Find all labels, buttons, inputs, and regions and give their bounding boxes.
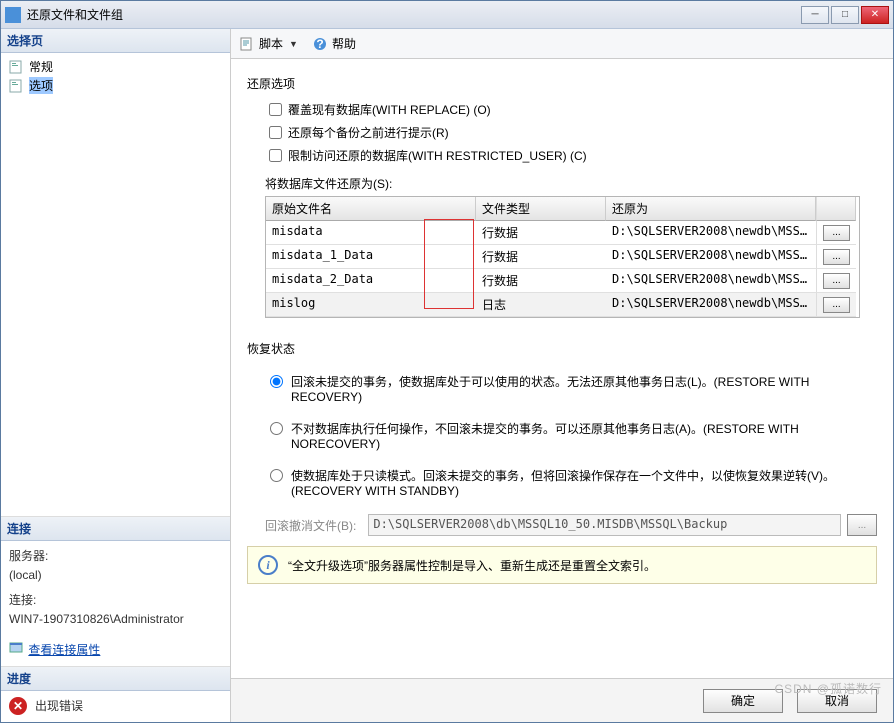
restrict-checkbox[interactable] (269, 149, 282, 162)
cell-restore-as[interactable]: D:\SQLSERVER2008\newdb\MSSQL10... (606, 293, 816, 317)
rollback-file-field[interactable]: D:\SQLSERVER2008\db\MSSQL10_50.MISDB\MSS… (368, 514, 841, 536)
rollback-file-label: 回滚撤消文件(B): (265, 517, 356, 534)
svg-text:?: ? (316, 37, 323, 51)
tree-item-label: 常规 (29, 58, 53, 75)
prompt-label: 还原每个备份之前进行提示(R) (288, 124, 449, 141)
ok-button[interactable]: 确定 (703, 689, 783, 713)
restore-options-title: 还原选项 (247, 75, 877, 92)
norecovery-label: 不对数据库执行任何操作，不回滚未提交的事务。可以还原其他事务日志(A)。(RES… (291, 420, 877, 451)
minimize-button[interactable]: ─ (801, 6, 829, 24)
tree-item-label: 选项 (29, 77, 53, 94)
overwrite-checkbox[interactable] (269, 103, 282, 116)
info-bar: i “全文升级选项”服务器属性控制是导入、重新生成还是重置全文索引。 (247, 546, 877, 584)
tree-item-options[interactable]: 选项 (7, 76, 224, 95)
window-title: 还原文件和文件组 (27, 6, 801, 23)
dropdown-arrow-icon[interactable]: ▼ (289, 39, 298, 49)
cell-browse: ... (816, 245, 856, 269)
info-icon: i (258, 555, 278, 575)
recovery-radio[interactable] (270, 375, 283, 388)
script-icon (239, 36, 255, 52)
app-icon (5, 7, 21, 23)
rollback-browse-button[interactable]: ... (847, 514, 877, 536)
close-button[interactable]: ✕ (861, 6, 889, 24)
page-icon (9, 79, 25, 93)
cell-original-name: mislog (266, 293, 476, 317)
prompt-checkbox[interactable] (269, 126, 282, 139)
table-row[interactable]: misdata_1_Data行数据D:\SQLSERVER2008\newdb\… (266, 245, 859, 269)
script-button[interactable]: 脚本 (259, 35, 283, 52)
server-value: (local) (9, 566, 222, 585)
col-file-type[interactable]: 文件类型 (476, 197, 606, 221)
left-panel: 选择页 常规 选项 连接 服务器: (1, 29, 231, 722)
toolbar: 脚本 ▼ ? 帮助 (231, 29, 893, 59)
file-grid: 原始文件名 文件类型 还原为 misdata行数据D:\SQLSERVER200… (265, 196, 860, 318)
connection-header: 连接 (1, 517, 230, 541)
cell-browse: ... (816, 269, 856, 293)
cell-file-type: 行数据 (476, 221, 606, 245)
connection-value: WIN7-1907310826\Administrator (9, 610, 222, 629)
select-page-header: 选择页 (1, 29, 230, 53)
col-restore-as[interactable]: 还原为 (606, 197, 816, 221)
cell-browse: ... (816, 293, 856, 317)
progress-header: 进度 (1, 667, 230, 691)
standby-label: 使数据库处于只读模式。回滚未提交的事务，但将回滚操作保存在一个文件中，以使恢复效… (291, 467, 877, 498)
error-icon: ✕ (9, 697, 27, 715)
connection-label: 连接: (9, 591, 222, 610)
cell-browse: ... (816, 221, 856, 245)
tree-item-general[interactable]: 常规 (7, 57, 224, 76)
watermark: CSDN @孤诺数行 (774, 680, 882, 697)
view-connection-props-link[interactable]: 查看连接属性 (28, 643, 100, 657)
recovery-label: 回滚未提交的事务，使数据库处于可以使用的状态。无法还原其他事务日志(L)。(RE… (291, 373, 877, 404)
norecovery-radio[interactable] (270, 422, 283, 435)
browse-button[interactable]: ... (823, 273, 850, 289)
standby-radio[interactable] (270, 469, 283, 482)
help-icon: ? (312, 36, 328, 52)
cell-restore-as[interactable]: D:\SQLSERVER2008\newdb\MSSQL10... (606, 221, 816, 245)
col-original-name[interactable]: 原始文件名 (266, 197, 476, 221)
cell-original-name: misdata (266, 221, 476, 245)
info-text: “全文升级选项”服务器属性控制是导入、重新生成还是重置全文索引。 (288, 557, 656, 574)
browse-button[interactable]: ... (823, 297, 850, 313)
page-icon (9, 60, 25, 74)
recovery-state-title: 恢复状态 (247, 340, 877, 357)
cell-file-type: 行数据 (476, 269, 606, 293)
table-row[interactable]: mislog日志D:\SQLSERVER2008\newdb\MSSQL10..… (266, 293, 859, 317)
restore-as-label: 将数据库文件还原为(S): (265, 175, 877, 192)
table-row[interactable]: misdata_2_Data行数据D:\SQLSERVER2008\newdb\… (266, 269, 859, 293)
title-bar: 还原文件和文件组 ─ □ ✕ (1, 1, 893, 29)
help-button[interactable]: 帮助 (332, 35, 356, 52)
cell-original-name: misdata_1_Data (266, 245, 476, 269)
cell-restore-as[interactable]: D:\SQLSERVER2008\newdb\MSSQL10... (606, 245, 816, 269)
server-label: 服务器: (9, 547, 222, 566)
maximize-button[interactable]: □ (831, 6, 859, 24)
table-row[interactable]: misdata行数据D:\SQLSERVER2008\newdb\MSSQL10… (266, 221, 859, 245)
cell-original-name: misdata_2_Data (266, 269, 476, 293)
col-browse (816, 197, 856, 221)
properties-icon (9, 640, 25, 654)
browse-button[interactable]: ... (823, 249, 850, 265)
cell-restore-as[interactable]: D:\SQLSERVER2008\newdb\MSSQL10... (606, 269, 816, 293)
cell-file-type: 行数据 (476, 245, 606, 269)
cell-file-type: 日志 (476, 293, 606, 317)
overwrite-label: 覆盖现有数据库(WITH REPLACE) (O) (288, 101, 491, 118)
restrict-label: 限制访问还原的数据库(WITH RESTRICTED_USER) (C) (288, 147, 587, 164)
browse-button[interactable]: ... (823, 225, 850, 241)
progress-text: 出现错误 (35, 697, 83, 716)
